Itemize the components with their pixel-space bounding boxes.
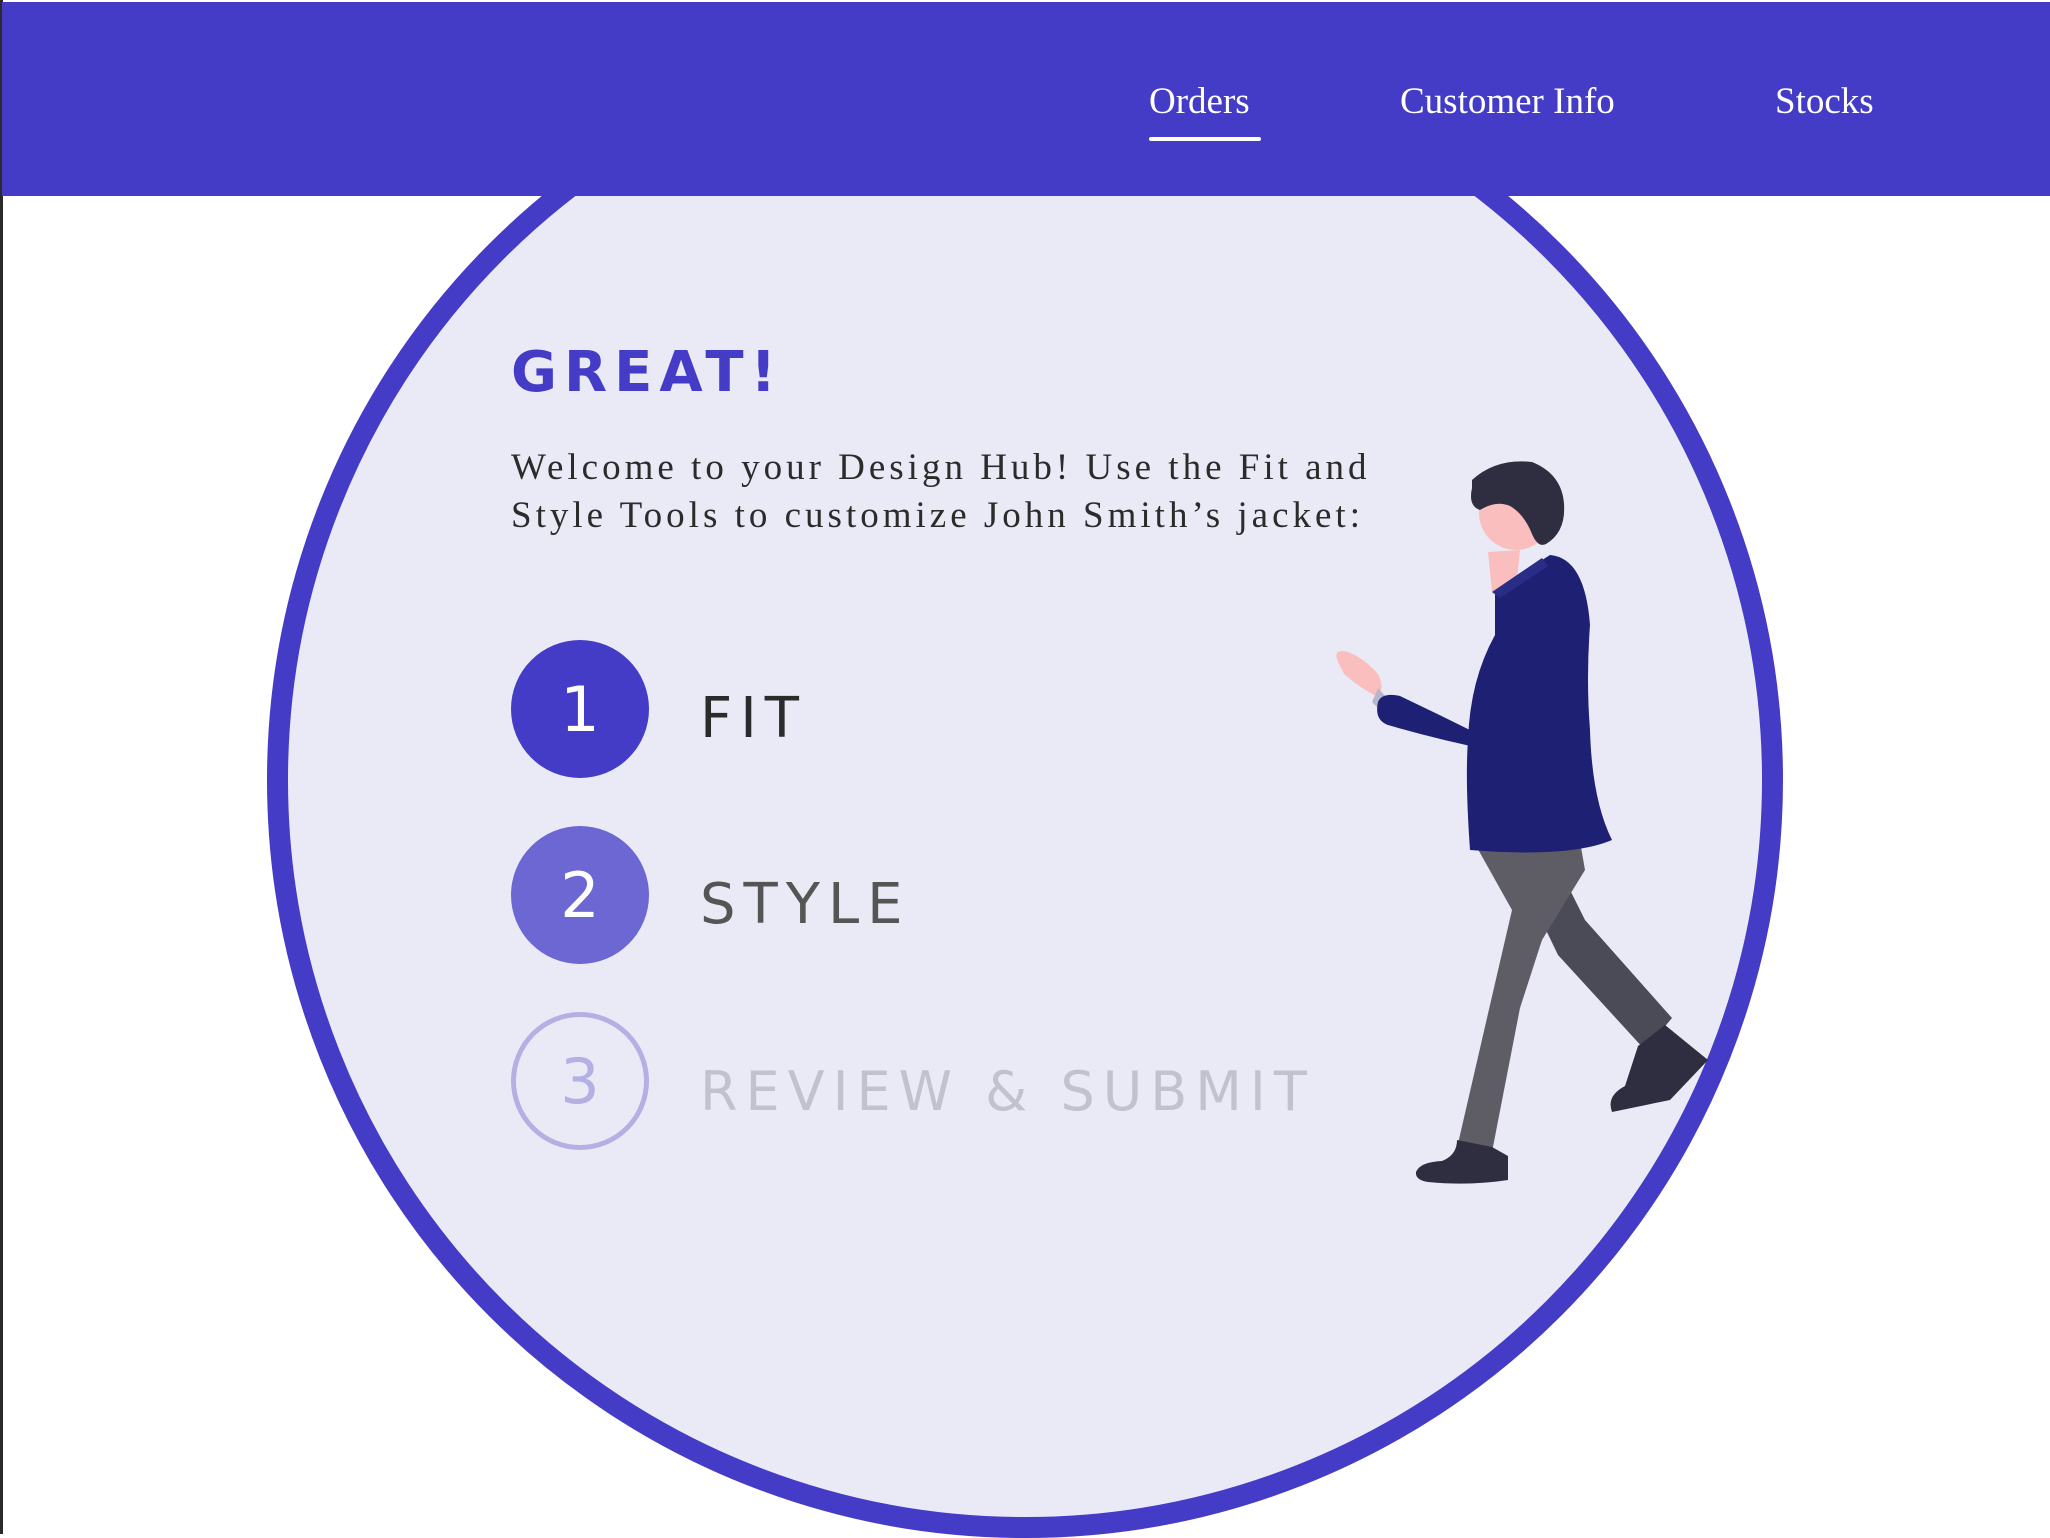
step-number-badge: 3 — [511, 1012, 649, 1150]
walking-person-illustration — [1336, 461, 1708, 1184]
step-number-badge: 2 — [511, 826, 649, 964]
page-headline: GREAT! — [511, 340, 784, 405]
nav-item-stocks[interactable]: Stocks — [1775, 80, 1874, 123]
step-label: STYLE — [700, 872, 911, 937]
window-left-edge — [0, 0, 3, 1534]
step-label: FIT — [700, 686, 807, 751]
nav-item-orders[interactable]: Orders — [1149, 80, 1250, 123]
welcome-message: Welcome to your Design Hub! Use the Fit … — [511, 447, 1371, 536]
step-label: REVIEW & SUBMIT — [700, 1060, 1315, 1123]
step-number-badge: 1 — [511, 640, 649, 778]
top-navigation-bar: Orders Customer Info Stocks — [2, 2, 2050, 196]
active-tab-indicator — [1149, 137, 1261, 141]
nav-item-customer-info[interactable]: Customer Info — [1400, 80, 1615, 123]
